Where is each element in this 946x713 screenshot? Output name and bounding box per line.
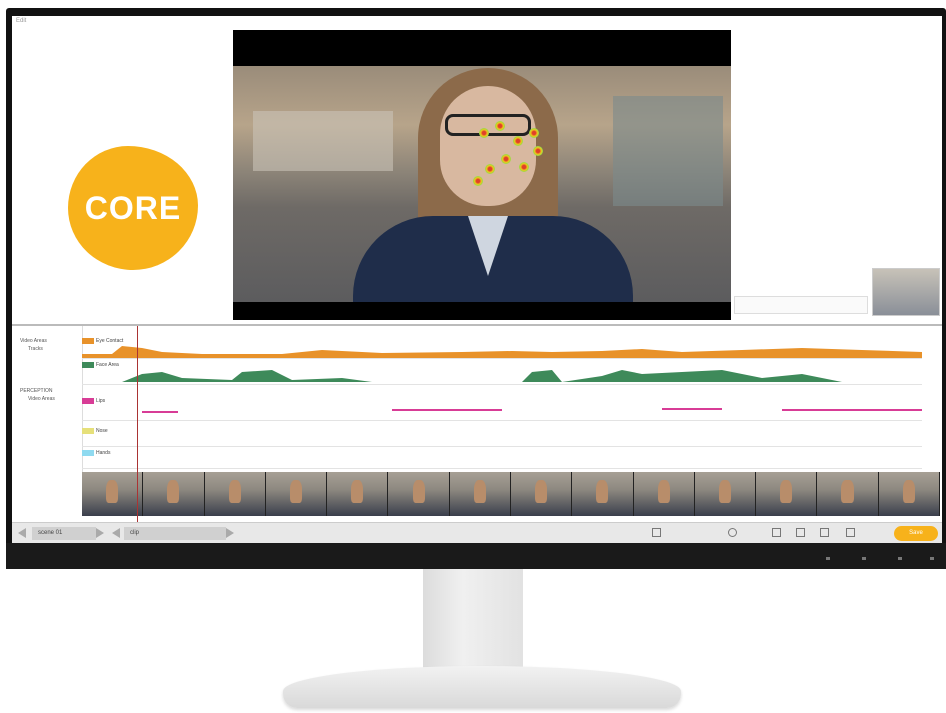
background-cabinet [613, 96, 723, 206]
monitor-stand-base [283, 666, 681, 708]
gaze-heatmap-point [533, 146, 543, 156]
preview-thumbnail[interactable] [872, 268, 940, 316]
playhead-cursor[interactable] [137, 326, 138, 543]
video-filmstrip[interactable] [82, 472, 940, 516]
prev-clip-icon[interactable] [112, 528, 120, 538]
gaze-heatmap-point [485, 164, 495, 174]
playback-slider[interactable] [734, 296, 868, 314]
track-swatch [82, 428, 94, 434]
search-icon[interactable] [728, 528, 737, 537]
layout-icon[interactable] [796, 528, 805, 537]
track-label: Hands [82, 450, 110, 456]
track-eye-contact[interactable]: Eye Contact [82, 336, 922, 359]
frame-icon[interactable] [772, 528, 781, 537]
track-swatch [82, 450, 94, 456]
track-lips[interactable]: Lips [82, 396, 922, 421]
film-frame[interactable] [327, 472, 389, 516]
video-frame [233, 66, 731, 302]
play-icon[interactable] [652, 528, 661, 537]
track-name: Nose [96, 428, 108, 434]
group-label: Video Areas [20, 338, 47, 344]
group-label: PERCEPTION [20, 388, 53, 394]
window-title: Edit [16, 18, 27, 24]
film-frame[interactable] [265, 472, 328, 516]
film-frame[interactable] [756, 472, 818, 516]
film-frame[interactable] [388, 472, 450, 516]
trash-icon[interactable] [846, 528, 855, 537]
film-frame[interactable] [878, 472, 940, 516]
core-logo: CORE [68, 146, 198, 270]
video-player[interactable] [233, 30, 731, 320]
group-sublabel: Video Areas [28, 396, 55, 402]
app-screen: Edit CORE Video Areas Tracks PERCEPTION … [12, 16, 942, 543]
film-frame[interactable] [510, 472, 573, 516]
background-shelf [253, 111, 393, 171]
gaze-heatmap-point [495, 121, 505, 131]
next-clip-icon[interactable] [226, 528, 234, 538]
save-label: Save [909, 530, 923, 536]
group-sublabel: Tracks [28, 346, 43, 352]
film-frame[interactable] [449, 472, 511, 516]
monitor-button[interactable] [930, 557, 934, 560]
track-name: Hands [96, 450, 111, 456]
film-frame[interactable] [817, 472, 879, 516]
clip-label: clip [130, 530, 140, 536]
gaze-heatmap-point [513, 136, 523, 146]
gaze-heatmap-point [529, 128, 539, 138]
monitor-button[interactable] [826, 557, 830, 560]
monitor-button[interactable] [862, 557, 866, 560]
film-frame[interactable] [694, 472, 757, 516]
gaze-heatmap-point [501, 154, 511, 164]
film-frame[interactable] [204, 472, 266, 516]
next-scene-icon[interactable] [96, 528, 104, 538]
film-frame[interactable] [633, 472, 695, 516]
logo-text: CORE [84, 189, 182, 226]
prev-scene-icon[interactable] [18, 528, 26, 538]
scene-label: scene 01 [38, 530, 63, 536]
gaze-heatmap-point [479, 128, 489, 138]
track-nose[interactable]: Nose [82, 426, 922, 447]
film-frame[interactable] [82, 472, 144, 516]
track-face-area[interactable]: Face Area [82, 360, 922, 385]
scene-selector[interactable]: scene 01 [32, 527, 96, 540]
timeline-panel: Video Areas Tracks PERCEPTION Video Area… [12, 324, 942, 527]
export-icon[interactable] [820, 528, 829, 537]
track-label: Nose [82, 428, 108, 434]
film-frame[interactable] [143, 472, 205, 516]
save-button[interactable]: Save [894, 526, 938, 541]
face-area-waveform [122, 370, 842, 382]
bottom-toolbar: scene 01 clip Save [12, 522, 942, 543]
monitor-chin [6, 543, 946, 569]
lips-waveform [142, 408, 922, 413]
track-hands[interactable]: Hands [82, 448, 922, 469]
gaze-heatmap-point [473, 176, 483, 186]
eye-contact-waveform [82, 346, 922, 358]
gaze-heatmap-point [519, 162, 529, 172]
film-frame[interactable] [572, 472, 634, 516]
clip-selector[interactable]: clip [124, 527, 226, 540]
track-labels: Video Areas Tracks PERCEPTION Video Area… [12, 326, 83, 474]
monitor-stand-neck [423, 569, 523, 669]
monitor-button[interactable] [898, 557, 902, 560]
subject-face [440, 86, 536, 206]
